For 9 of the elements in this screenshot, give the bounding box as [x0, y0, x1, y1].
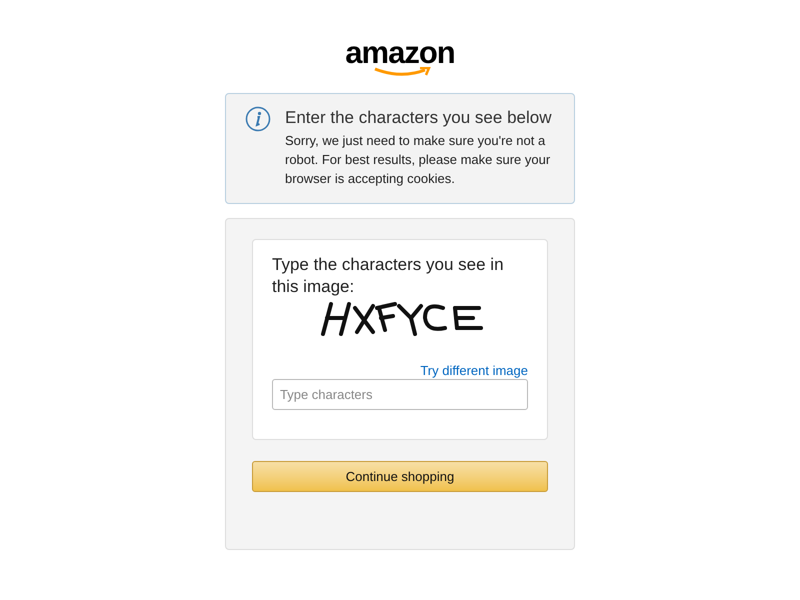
characters-input[interactable]: Type characters	[272, 379, 528, 410]
logo-text: amazon	[345, 38, 455, 68]
continue-shopping-button[interactable]: Continue shopping	[252, 461, 548, 492]
notice-message: Sorry, we just need to make sure you're not a robot. For best results, please make sure your browser is accepting cookies.	[285, 132, 552, 188]
notice-title: Enter the characters you see below	[285, 107, 552, 129]
try-different-image-link[interactable]: Try different image	[420, 363, 528, 379]
info-icon	[245, 106, 271, 132]
smile-arrow-icon	[372, 67, 431, 77]
captcha-prompt: Type the characters you see in this image:	[272, 254, 505, 298]
